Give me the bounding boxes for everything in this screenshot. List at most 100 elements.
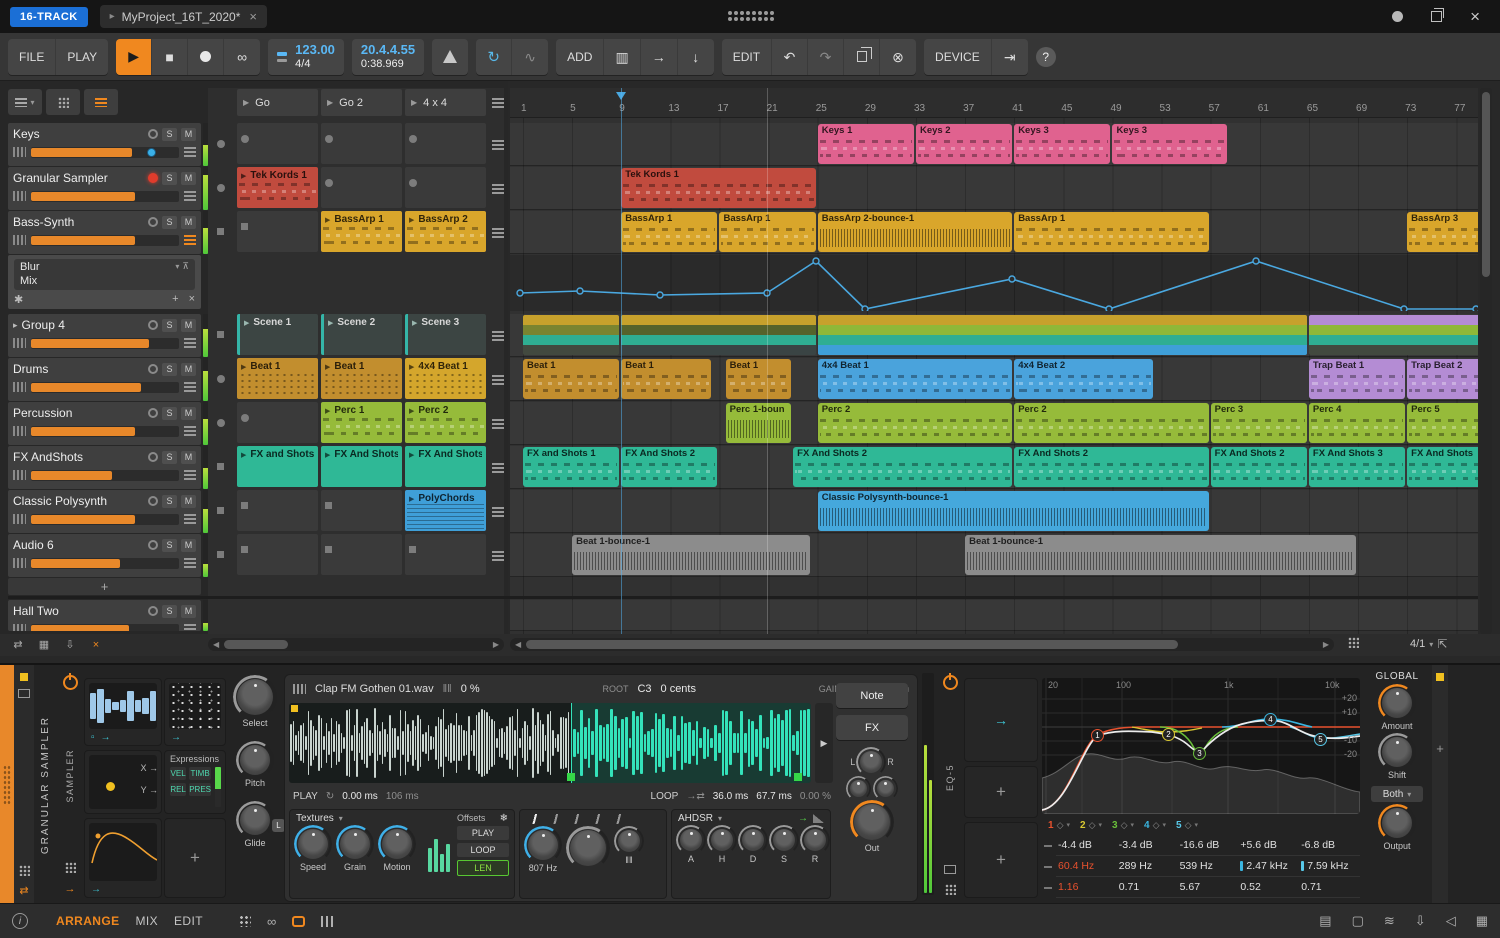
eq-q-value[interactable]: 0.52 <box>1238 877 1300 898</box>
eq-node-3[interactable]: 3 <box>1193 747 1206 760</box>
track-header-keys[interactable]: Keys S M <box>8 123 201 166</box>
arranger-clip[interactable]: FX and Shots 1 <box>523 447 620 487</box>
clip-slot[interactable]: ▶ FX And Shots <box>321 446 402 487</box>
filter-freq-value[interactable]: 807 Hz <box>529 863 558 873</box>
dual-display-icon[interactable] <box>321 915 334 927</box>
clip-play-icon[interactable]: ▶ <box>409 216 414 224</box>
modulator-envelope[interactable]: → <box>84 818 162 898</box>
eq-shift-knob[interactable] <box>1382 737 1412 767</box>
mapping-panel-icon[interactable]: ≋ <box>1384 913 1395 929</box>
loop-end-marker[interactable] <box>794 773 802 781</box>
root-note-value[interactable]: C3 <box>637 683 651 695</box>
device-name[interactable]: Blur <box>20 260 175 274</box>
arranger-clip[interactable]: FX And Shots 2 <box>793 447 1013 487</box>
track-header-bass-synth[interactable]: Bass-Synth S M <box>8 211 201 254</box>
clip-stop-button[interactable] <box>217 184 225 192</box>
record-arm-button[interactable] <box>148 496 158 506</box>
clip-slot[interactable] <box>237 211 318 252</box>
eq-shape-caret[interactable]: ▾ <box>1162 821 1166 829</box>
knob-motion[interactable] <box>382 829 412 859</box>
arranger-clip[interactable]: Perc 1-boun <box>725 403 792 443</box>
clip-slot[interactable] <box>237 490 318 531</box>
expression-timb[interactable]: TIMB <box>189 767 211 780</box>
modulator-grid-icon[interactable] <box>18 865 30 876</box>
knob-env-s[interactable] <box>773 829 795 851</box>
automation-curve[interactable] <box>510 255 1478 313</box>
record-arm-button[interactable] <box>148 129 158 139</box>
x-output-label[interactable]: X → <box>140 763 158 773</box>
eq-band-selector-5[interactable]: 5 ◇ ▾ <box>1176 820 1198 831</box>
volume-fader[interactable] <box>31 623 179 631</box>
volume-fader[interactable] <box>31 557 179 569</box>
arranger-clip[interactable]: FX And Shots 3 <box>1308 447 1406 487</box>
eq-node-5[interactable]: 5 <box>1314 733 1327 746</box>
solo-button[interactable]: S <box>162 538 177 552</box>
mute-button[interactable]: M <box>181 171 196 185</box>
clip-slot[interactable] <box>405 534 486 575</box>
track-slot-menu-icon[interactable] <box>492 139 504 150</box>
arranger-clip[interactable]: Beat 1 <box>523 359 620 399</box>
track-menu-icon[interactable] <box>184 147 196 157</box>
solo-button[interactable]: S <box>162 318 177 332</box>
info-icon[interactable]: i <box>12 913 28 929</box>
arranger-clip[interactable]: Perc 2 <box>817 403 1013 443</box>
clip-play-icon[interactable]: ▶ <box>325 216 330 224</box>
arranger-clip[interactable]: BassArp 1 <box>621 212 718 252</box>
eq-freq-value[interactable]: 2.47 kHz <box>1238 856 1300 877</box>
track-header-granular-sampler[interactable]: Granular Sampler S M <box>8 167 201 210</box>
view-tab-edit[interactable]: EDIT <box>174 914 203 928</box>
snap-grid-icon[interactable]: ▦ <box>34 637 54 652</box>
clip-slot[interactable]: ▶ Tek Kords 1 <box>237 167 318 208</box>
track-menu-icon[interactable] <box>184 235 196 245</box>
eq-shape-icon[interactable]: ◇ <box>1121 820 1128 831</box>
arranger-clip[interactable]: Trap Beat 1 <box>1308 359 1406 399</box>
mapping-grid-icon[interactable] <box>64 862 76 874</box>
arranger-clip[interactable]: Trap Beat 2 <box>1407 359 1478 399</box>
eq-gain-value[interactable]: -16.6 dB <box>1177 835 1239 856</box>
modulator-expressions[interactable]: Expressions VEL TIMB REL PRES <box>164 750 226 814</box>
mute-button[interactable]: M <box>181 215 196 229</box>
add-device-icon[interactable]: + <box>172 293 178 305</box>
offset-len-button[interactable]: LEN <box>457 860 509 876</box>
clip-slot[interactable]: ▶ FX And Shots <box>405 446 486 487</box>
solo-button[interactable]: S <box>162 171 177 185</box>
arranger-clip[interactable]: Keys 3 <box>1112 124 1228 164</box>
eq-freq-value[interactable]: 539 Hz <box>1177 856 1239 877</box>
route-icon[interactable]: → <box>65 883 76 895</box>
modulator-xy[interactable]: X → Y → <box>84 750 162 814</box>
fader-handle[interactable] <box>147 147 157 157</box>
output-gain-knob[interactable] <box>854 804 890 840</box>
filter-mix-knob[interactable] <box>618 830 640 852</box>
mute-button[interactable]: M <box>181 494 196 508</box>
solo-button[interactable]: S <box>162 127 177 141</box>
zoom-fit-icon[interactable]: ⇱ <box>1437 637 1447 651</box>
sample-waveform[interactable] <box>289 703 811 783</box>
arranger-clip[interactable]: Keys 3 <box>1014 124 1111 164</box>
record-arm-button[interactable] <box>148 540 158 550</box>
clip-slot[interactable] <box>237 534 318 575</box>
track-header-hall-two[interactable]: Hall Two S M <box>8 600 201 631</box>
offset-loop-button[interactable]: LOOP <box>457 843 509 857</box>
clip-slot[interactable]: ▶ 4x4 Beat 1 <box>405 358 486 399</box>
eq-gain-value[interactable]: -3.4 dB <box>1116 835 1178 856</box>
track-slot-menu-icon[interactable] <box>492 330 504 341</box>
eq-node-2[interactable]: 2 <box>1162 728 1175 741</box>
modulator-steps[interactable]: ▫ → <box>84 678 162 746</box>
clip-slot[interactable]: ▶ Perc 2 <box>405 402 486 443</box>
eq-band-selector-4[interactable]: 4 ◇ ▾ <box>1144 820 1166 831</box>
clip-play-icon[interactable]: ▶ <box>244 319 249 327</box>
eq-q-value[interactable]: 1.16 <box>1056 877 1117 898</box>
clip-stop-button[interactable] <box>217 507 224 514</box>
track-header-classic-polysynth[interactable]: Classic Polysynth S M <box>8 490 201 533</box>
loop-start-marker[interactable] <box>567 773 575 781</box>
knob-grain[interactable] <box>340 829 370 859</box>
clip-play-icon[interactable]: ▶ <box>328 319 333 327</box>
close-launcher-icon[interactable]: × <box>86 637 106 652</box>
eq-shape-caret[interactable]: ▾ <box>1098 821 1102 829</box>
arranger-clip[interactable]: Tek Kords 1 <box>621 168 816 208</box>
clip-slot[interactable]: ▶ BassArp 1 <box>321 211 402 252</box>
eq-gain-value[interactable]: -6.8 dB <box>1299 835 1360 856</box>
eq-freq-value[interactable]: 60.4 Hz <box>1056 856 1117 877</box>
eq-shape-caret[interactable]: ▾ <box>1194 821 1198 829</box>
filter-freq-knob[interactable] <box>528 830 558 860</box>
